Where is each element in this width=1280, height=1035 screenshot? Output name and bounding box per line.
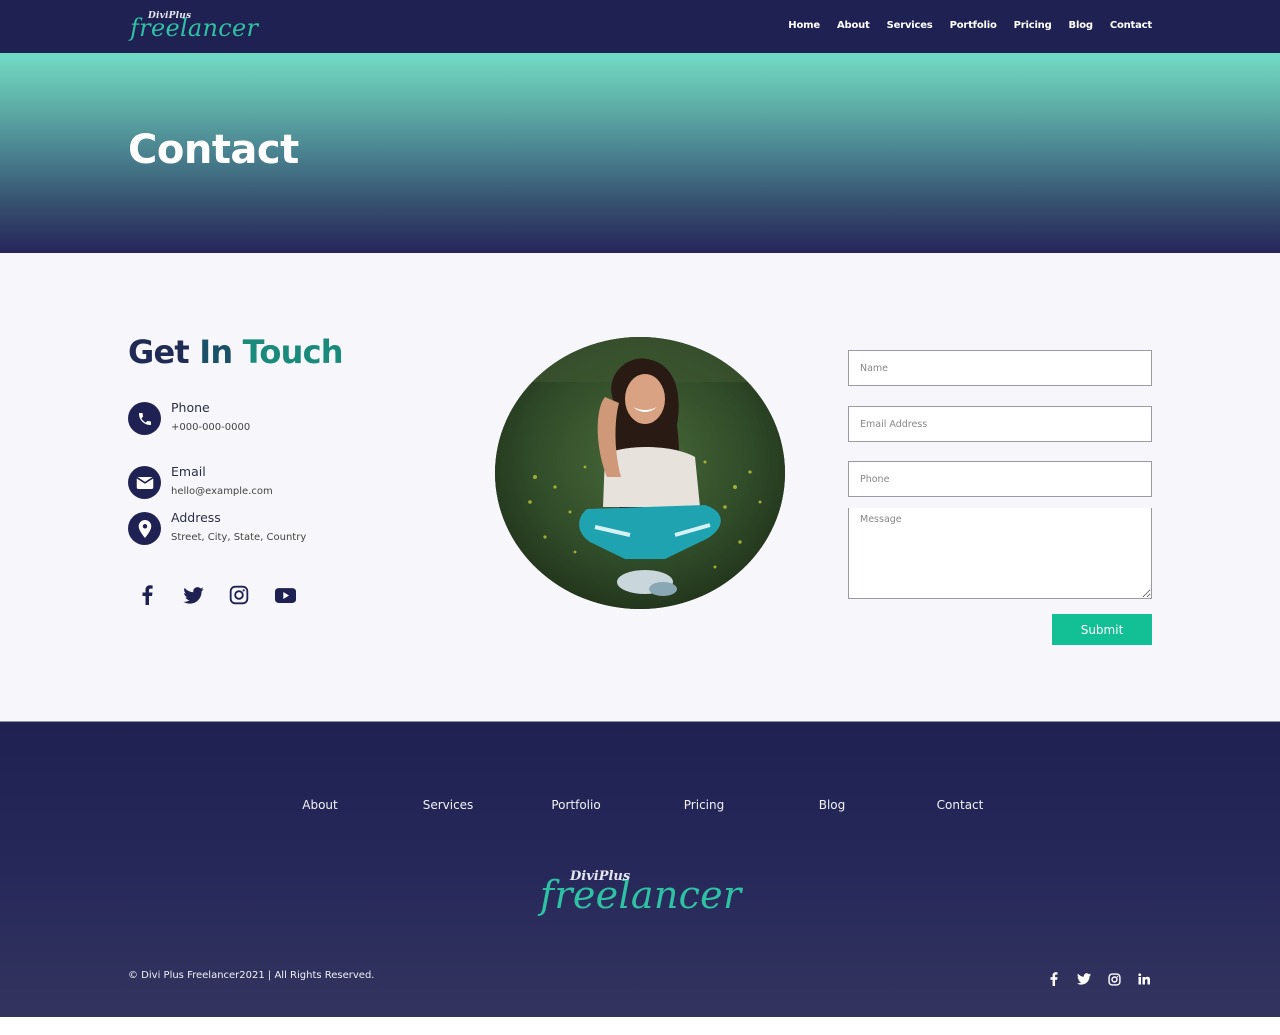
name-input[interactable] — [848, 350, 1152, 386]
nav-about[interactable]: About — [837, 20, 870, 31]
facebook-icon[interactable] — [136, 584, 158, 606]
linkedin-icon[interactable] — [1136, 971, 1152, 987]
page-title: Contact — [128, 127, 299, 173]
nav-pricing[interactable]: Pricing — [1014, 20, 1052, 31]
contact-value: Street, City, State, Country — [171, 532, 307, 543]
footer-logo[interactable]: freelancer DiviPlus — [540, 867, 741, 922]
footer-social-links — [1046, 971, 1152, 987]
footer-nav-contact[interactable]: Contact — [937, 798, 984, 812]
nav-blog[interactable]: Blog — [1069, 20, 1093, 31]
map-pin-icon — [128, 512, 161, 545]
footer-nav-portfolio[interactable]: Portfolio — [551, 798, 600, 812]
copyright-text: © Divi Plus Freelancer2021 | All Rights … — [128, 970, 375, 981]
facebook-icon[interactable] — [1046, 971, 1062, 987]
contact-value: hello@example.com — [171, 486, 273, 497]
photo-illustration — [495, 337, 785, 609]
heading-word: Get — [128, 333, 190, 371]
heading-word: In — [199, 333, 233, 371]
twitter-icon[interactable] — [1076, 971, 1092, 987]
twitter-icon[interactable] — [182, 584, 204, 606]
nav-contact[interactable]: Contact — [1110, 20, 1152, 31]
main-nav: Home About Services Portfolio Pricing Bl… — [788, 20, 1152, 31]
contact-item-phone: Phone +000-000-0000 — [128, 400, 368, 440]
heading-word: Touch — [242, 333, 344, 371]
contact-item-address: Address Street, City, State, Country — [128, 510, 368, 550]
social-links — [136, 584, 296, 606]
footer-nav-blog[interactable]: Blog — [819, 798, 846, 812]
phone-icon — [128, 402, 161, 435]
message-textarea[interactable] — [848, 508, 1152, 599]
envelope-icon — [128, 466, 161, 499]
nav-portfolio[interactable]: Portfolio — [950, 20, 997, 31]
instagram-icon[interactable] — [228, 584, 250, 606]
footer-nav-about[interactable]: About — [302, 798, 337, 812]
profile-photo — [495, 337, 785, 609]
site-logo[interactable]: freelancer DiviPlus — [130, 8, 258, 44]
footer-logo-brand: DiviPlus — [570, 869, 631, 884]
youtube-icon[interactable] — [274, 584, 296, 606]
nav-services[interactable]: Services — [887, 20, 933, 31]
instagram-icon[interactable] — [1106, 971, 1122, 987]
footer-nav-pricing[interactable]: Pricing — [684, 798, 724, 812]
submit-button[interactable]: Submit — [1052, 614, 1152, 645]
email-input[interactable] — [848, 406, 1152, 442]
get-in-touch-heading: Get In Touch — [128, 333, 344, 371]
contact-label: Email — [171, 464, 206, 479]
contact-section: Get In Touch Phone +000-000-0000 Email h… — [0, 253, 1280, 721]
hero-banner: Contact — [0, 53, 1280, 253]
phone-input[interactable] — [848, 461, 1152, 497]
logo-brand: DiviPlus — [148, 11, 192, 21]
site-footer: About Services Portfolio Pricing Blog Co… — [0, 721, 1280, 1017]
footer-nav-services[interactable]: Services — [423, 798, 474, 812]
contact-item-email: Email hello@example.com — [128, 464, 368, 504]
contact-value: +000-000-0000 — [171, 422, 251, 433]
contact-label: Phone — [171, 400, 210, 415]
site-header: freelancer DiviPlus Home About Services … — [0, 0, 1280, 53]
contact-label: Address — [171, 510, 221, 525]
nav-home[interactable]: Home — [788, 20, 820, 31]
